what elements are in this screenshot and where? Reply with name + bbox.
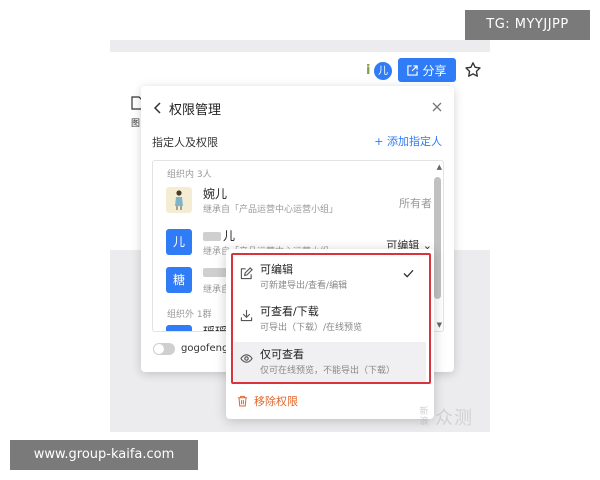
share-button[interactable]: 分享	[398, 58, 456, 82]
option-can-edit[interactable]: 可编辑 可新建导出/查看/编辑	[234, 257, 426, 297]
remove-permission-label: 移除权限	[254, 395, 298, 408]
avatar	[166, 187, 192, 213]
back-arrow-icon[interactable]	[153, 102, 163, 114]
watermark-text: 众测	[435, 408, 473, 429]
edit-icon	[240, 267, 253, 280]
panel-title: 权限管理	[169, 102, 222, 118]
toggle-label: gogofeng	[181, 343, 229, 354]
panel-header: 权限管理	[153, 98, 221, 118]
toggle-switch[interactable]	[153, 343, 175, 355]
download-icon	[240, 309, 253, 322]
member-inherit: 继承自「产品运营中心运营小组」	[203, 205, 339, 215]
member-name: 儿	[203, 227, 235, 244]
share-icon	[407, 64, 419, 76]
section-label: 指定人及权限	[152, 136, 218, 149]
watermark-logo: 新浪	[419, 407, 429, 427]
collaborator-avatar[interactable]: 儿	[373, 61, 393, 81]
avatar: 糖	[166, 267, 192, 293]
option-title: 仅可查看	[260, 348, 304, 361]
remove-permission-button[interactable]: 移除权限	[237, 393, 298, 409]
member-name: 瑶瑶	[203, 325, 228, 332]
avatar: 儿	[166, 229, 192, 255]
check-icon	[403, 269, 414, 278]
group-label-inside: 组织内 3人	[167, 170, 212, 180]
tg-badge: TG: MYYJJPP	[465, 10, 590, 40]
scroll-down-icon[interactable]: ▼	[437, 321, 442, 329]
scroll-thumb[interactable]	[434, 177, 441, 299]
eye-icon	[240, 354, 253, 363]
toolbar-label: 图	[131, 119, 141, 129]
scroll-up-icon[interactable]: ▲	[437, 163, 442, 171]
group-label-outside: 组织外 1群	[167, 310, 212, 320]
avatar	[166, 325, 192, 331]
option-desc: 可新建导出/查看/编辑	[260, 281, 348, 291]
option-view-only[interactable]: 仅可查看 仅可在线预览，不能导出（下载）	[234, 342, 426, 382]
scrollbar[interactable]: ▲ ▼	[433, 163, 442, 329]
trash-icon	[237, 395, 248, 407]
close-icon[interactable]	[432, 102, 442, 112]
add-member-button[interactable]: + 添加指定人	[374, 133, 442, 149]
redacted-text	[203, 232, 221, 241]
option-desc: 仅可在线预览，不能导出（下载）	[260, 366, 396, 376]
redacted-text	[203, 268, 227, 277]
member-role: 所有者	[399, 197, 432, 210]
option-desc: 可导出（下载）/在线预览	[260, 323, 363, 333]
share-label: 分享	[422, 63, 447, 78]
star-icon[interactable]	[464, 61, 482, 79]
option-title: 可查看/下载	[260, 305, 319, 318]
option-view-download[interactable]: 可查看/下载 可导出（下载）/在线预览	[234, 299, 426, 339]
member-row: 婉儿 继承自「产品运营中心运营小组」 所有者	[166, 185, 432, 219]
member-name: 婉儿	[203, 187, 228, 201]
site-badge: www.group-kaifa.com	[10, 440, 198, 470]
option-title: 可编辑	[260, 263, 293, 276]
watermark: 新浪 众测	[416, 400, 473, 434]
